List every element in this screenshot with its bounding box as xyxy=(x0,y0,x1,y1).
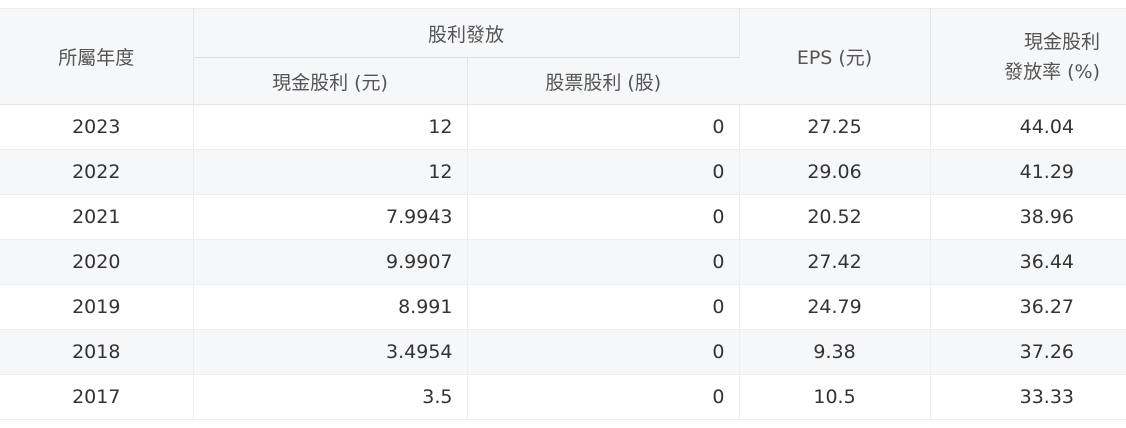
eps-cell: 27.25 xyxy=(739,104,931,150)
dividend-group-header: 股利發放 xyxy=(193,8,740,58)
year-cell: 2018 xyxy=(0,329,194,375)
table-row: 2022 12 0 29.06 41.29 xyxy=(0,149,1126,195)
year-column-header: 所屬年度 xyxy=(0,8,194,105)
payout-ratio-cell: 36.27 xyxy=(930,284,1126,330)
eps-cell: 20.52 xyxy=(739,194,931,240)
payout-ratio-cell: 36.44 xyxy=(930,239,1126,285)
stock-dividend-cell: 0 xyxy=(467,329,740,375)
cash-dividend-cell: 8.991 xyxy=(193,284,468,330)
cash-dividend-cell: 3.4954 xyxy=(193,329,468,375)
eps-column-header: EPS (元) xyxy=(739,8,931,105)
table-row: 2023 12 0 27.25 44.04 xyxy=(0,104,1126,150)
table-row: 2021 7.9943 0 20.52 38.96 xyxy=(0,194,1126,240)
table-row: 2018 3.4954 0 9.38 37.26 xyxy=(0,329,1126,375)
year-cell: 2020 xyxy=(0,239,194,285)
dividend-table: 所屬年度 股利發放 EPS (元) 現金股利 發放率 (%) 現金股利 (元) … xyxy=(0,8,1126,420)
year-cell: 2021 xyxy=(0,194,194,240)
payout-header-line2: 發放率 (%) xyxy=(1004,60,1101,83)
eps-cell: 10.5 xyxy=(739,374,931,420)
stock-dividend-cell: 0 xyxy=(467,104,740,150)
cash-dividend-cell: 7.9943 xyxy=(193,194,468,240)
table-row: 2020 9.9907 0 27.42 36.44 xyxy=(0,239,1126,285)
cash-dividend-cell: 3.5 xyxy=(193,374,468,420)
payout-ratio-cell: 37.26 xyxy=(930,329,1126,375)
table-body: 2023 12 0 27.25 44.04 2022 12 0 29.06 41.29 2021 7.… xyxy=(0,104,1126,420)
payout-ratio-cell: 41.29 xyxy=(930,149,1126,195)
cash-dividend-cell: 9.9907 xyxy=(193,239,468,285)
payout-header-line1: 現金股利 xyxy=(1024,30,1101,53)
year-cell: 2022 xyxy=(0,149,194,195)
payout-ratio-cell: 33.33 xyxy=(930,374,1126,420)
stock-dividend-cell: 0 xyxy=(467,194,740,240)
eps-cell: 24.79 xyxy=(739,284,931,330)
eps-cell: 27.42 xyxy=(739,239,931,285)
table-row: 2019 8.991 0 24.79 36.27 xyxy=(0,284,1126,330)
year-cell: 2023 xyxy=(0,104,194,150)
table-row: 2017 3.5 0 10.5 33.33 xyxy=(0,374,1126,420)
stock-dividend-column-header: 股票股利 (股) xyxy=(467,57,740,105)
eps-cell: 9.38 xyxy=(739,329,931,375)
eps-cell: 29.06 xyxy=(739,149,931,195)
cash-dividend-cell: 12 xyxy=(193,149,468,195)
year-cell: 2017 xyxy=(0,374,194,420)
table-header: 所屬年度 股利發放 EPS (元) 現金股利 發放率 (%) 現金股利 (元) … xyxy=(0,8,1126,105)
payout-ratio-cell: 44.04 xyxy=(930,104,1126,150)
payout-ratio-column-header: 現金股利 發放率 (%) xyxy=(930,8,1126,105)
stock-dividend-cell: 0 xyxy=(467,239,740,285)
cash-dividend-column-header: 現金股利 (元) xyxy=(193,57,468,105)
stock-dividend-cell: 0 xyxy=(467,149,740,195)
cash-dividend-cell: 12 xyxy=(193,104,468,150)
stock-dividend-cell: 0 xyxy=(467,374,740,420)
payout-ratio-cell: 38.96 xyxy=(930,194,1126,240)
stock-dividend-cell: 0 xyxy=(467,284,740,330)
year-cell: 2019 xyxy=(0,284,194,330)
